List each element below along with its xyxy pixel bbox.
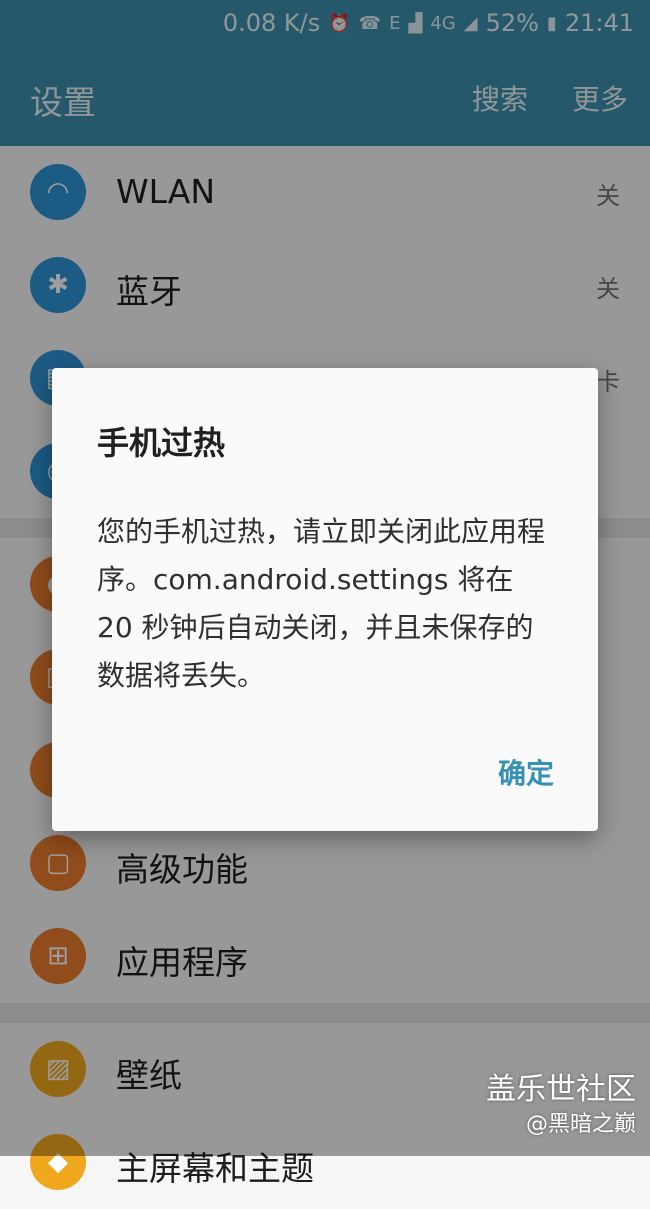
- dialog-message: 您的手机过热，请立即关闭此应用程序。com.android.settings 将…: [97, 515, 546, 692]
- watermark-title: 盖乐世社区: [486, 1072, 636, 1107]
- watermark-author: @黑暗之巅: [525, 1112, 636, 1137]
- overheat-dialog: 手机过热 您的手机过热，请立即关闭此应用程序。com.android.setti…: [52, 368, 598, 831]
- ok-button[interactable]: 确定: [498, 752, 554, 792]
- dialog-title: 手机过热: [97, 424, 226, 462]
